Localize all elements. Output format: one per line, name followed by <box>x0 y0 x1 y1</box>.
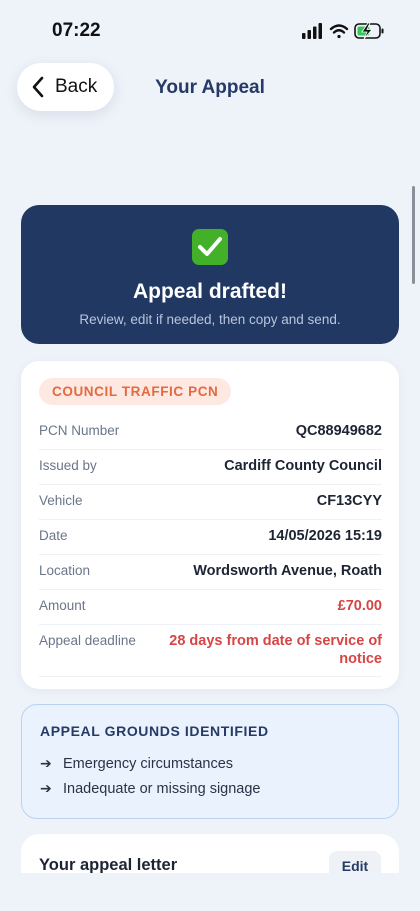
wifi-icon <box>329 24 349 39</box>
pcn-row-date: Date 14/05/2026 15:19 <box>39 520 382 555</box>
pcn-row-number: PCN Number QC88949682 <box>39 415 382 450</box>
pcn-row-issuer: Issued by Cardiff County Council <box>39 450 382 485</box>
list-item: ➔ Inadequate or missing signage <box>40 776 261 801</box>
list-item: ➔ Emergency circumstances <box>40 751 261 776</box>
success-title: Appeal drafted! <box>132 280 287 303</box>
pcn-label: Amount <box>39 598 86 613</box>
battery-charging-icon <box>354 22 384 40</box>
pcn-row-deadline: Appeal deadline 28 days from date of ser… <box>39 625 382 677</box>
success-banner: Appeal drafted! Review, edit if needed, … <box>21 205 399 344</box>
pcn-value: £70.00 <box>337 598 382 614</box>
pcn-label: Date <box>39 528 68 543</box>
pcn-value: 14/05/2026 15:19 <box>268 528 382 544</box>
ground-text: Inadequate or missing signage <box>63 780 261 797</box>
pcn-value: Cardiff County Council <box>224 458 382 474</box>
pcn-type-badge: COUNCIL TRAFFIC PCN <box>39 378 232 405</box>
pcn-row-location: Location Wordsworth Avenue, Roath <box>39 555 382 590</box>
status-icons <box>302 21 388 41</box>
scrollbar[interactable] <box>412 186 415 284</box>
cellular-signal-icon <box>302 23 322 39</box>
pcn-label: Location <box>39 563 91 578</box>
appeal-grounds-title: APPEAL GROUNDS IDENTIFIED <box>40 723 269 739</box>
appeal-grounds-list: ➔ Emergency circumstances ➔ Inadequate o… <box>40 751 261 801</box>
appeal-grounds-card: APPEAL GROUNDS IDENTIFIED ➔ Emergency ci… <box>21 704 399 819</box>
arrow-right-icon: ➔ <box>40 755 52 771</box>
pcn-value: Wordsworth Avenue, Roath <box>193 563 382 579</box>
pcn-row-amount: Amount £70.00 <box>39 590 382 625</box>
pcn-row-vehicle: Vehicle CF13CYY <box>39 485 382 520</box>
pcn-details-list: PCN Number QC88949682 Issued by Cardiff … <box>39 415 382 677</box>
pcn-value: QC88949682 <box>295 423 382 439</box>
pcn-label: Appeal deadline <box>39 633 136 648</box>
status-bar: 07:22 <box>0 0 420 56</box>
pcn-label: Issued by <box>39 458 97 473</box>
pcn-value: 28 days from date of service of notice <box>169 633 382 667</box>
ground-text: Emergency circumstances <box>63 755 234 772</box>
page-title-text: Your Appeal <box>155 77 265 98</box>
bottom-safe-area <box>0 873 420 911</box>
pcn-label: PCN Number <box>39 423 120 438</box>
pcn-details-card: COUNCIL TRAFFIC PCN PCN Number QC8894968… <box>21 361 399 689</box>
check-mark-icon <box>192 229 228 265</box>
page-title: Your Appeal <box>0 77 420 99</box>
pcn-value: CF13CYY <box>316 493 382 509</box>
pcn-label: Vehicle <box>39 493 83 508</box>
arrow-right-icon: ➔ <box>40 780 52 796</box>
success-subtitle: Review, edit if needed, then copy and se… <box>79 312 341 327</box>
status-time: 07:22 <box>52 20 101 41</box>
